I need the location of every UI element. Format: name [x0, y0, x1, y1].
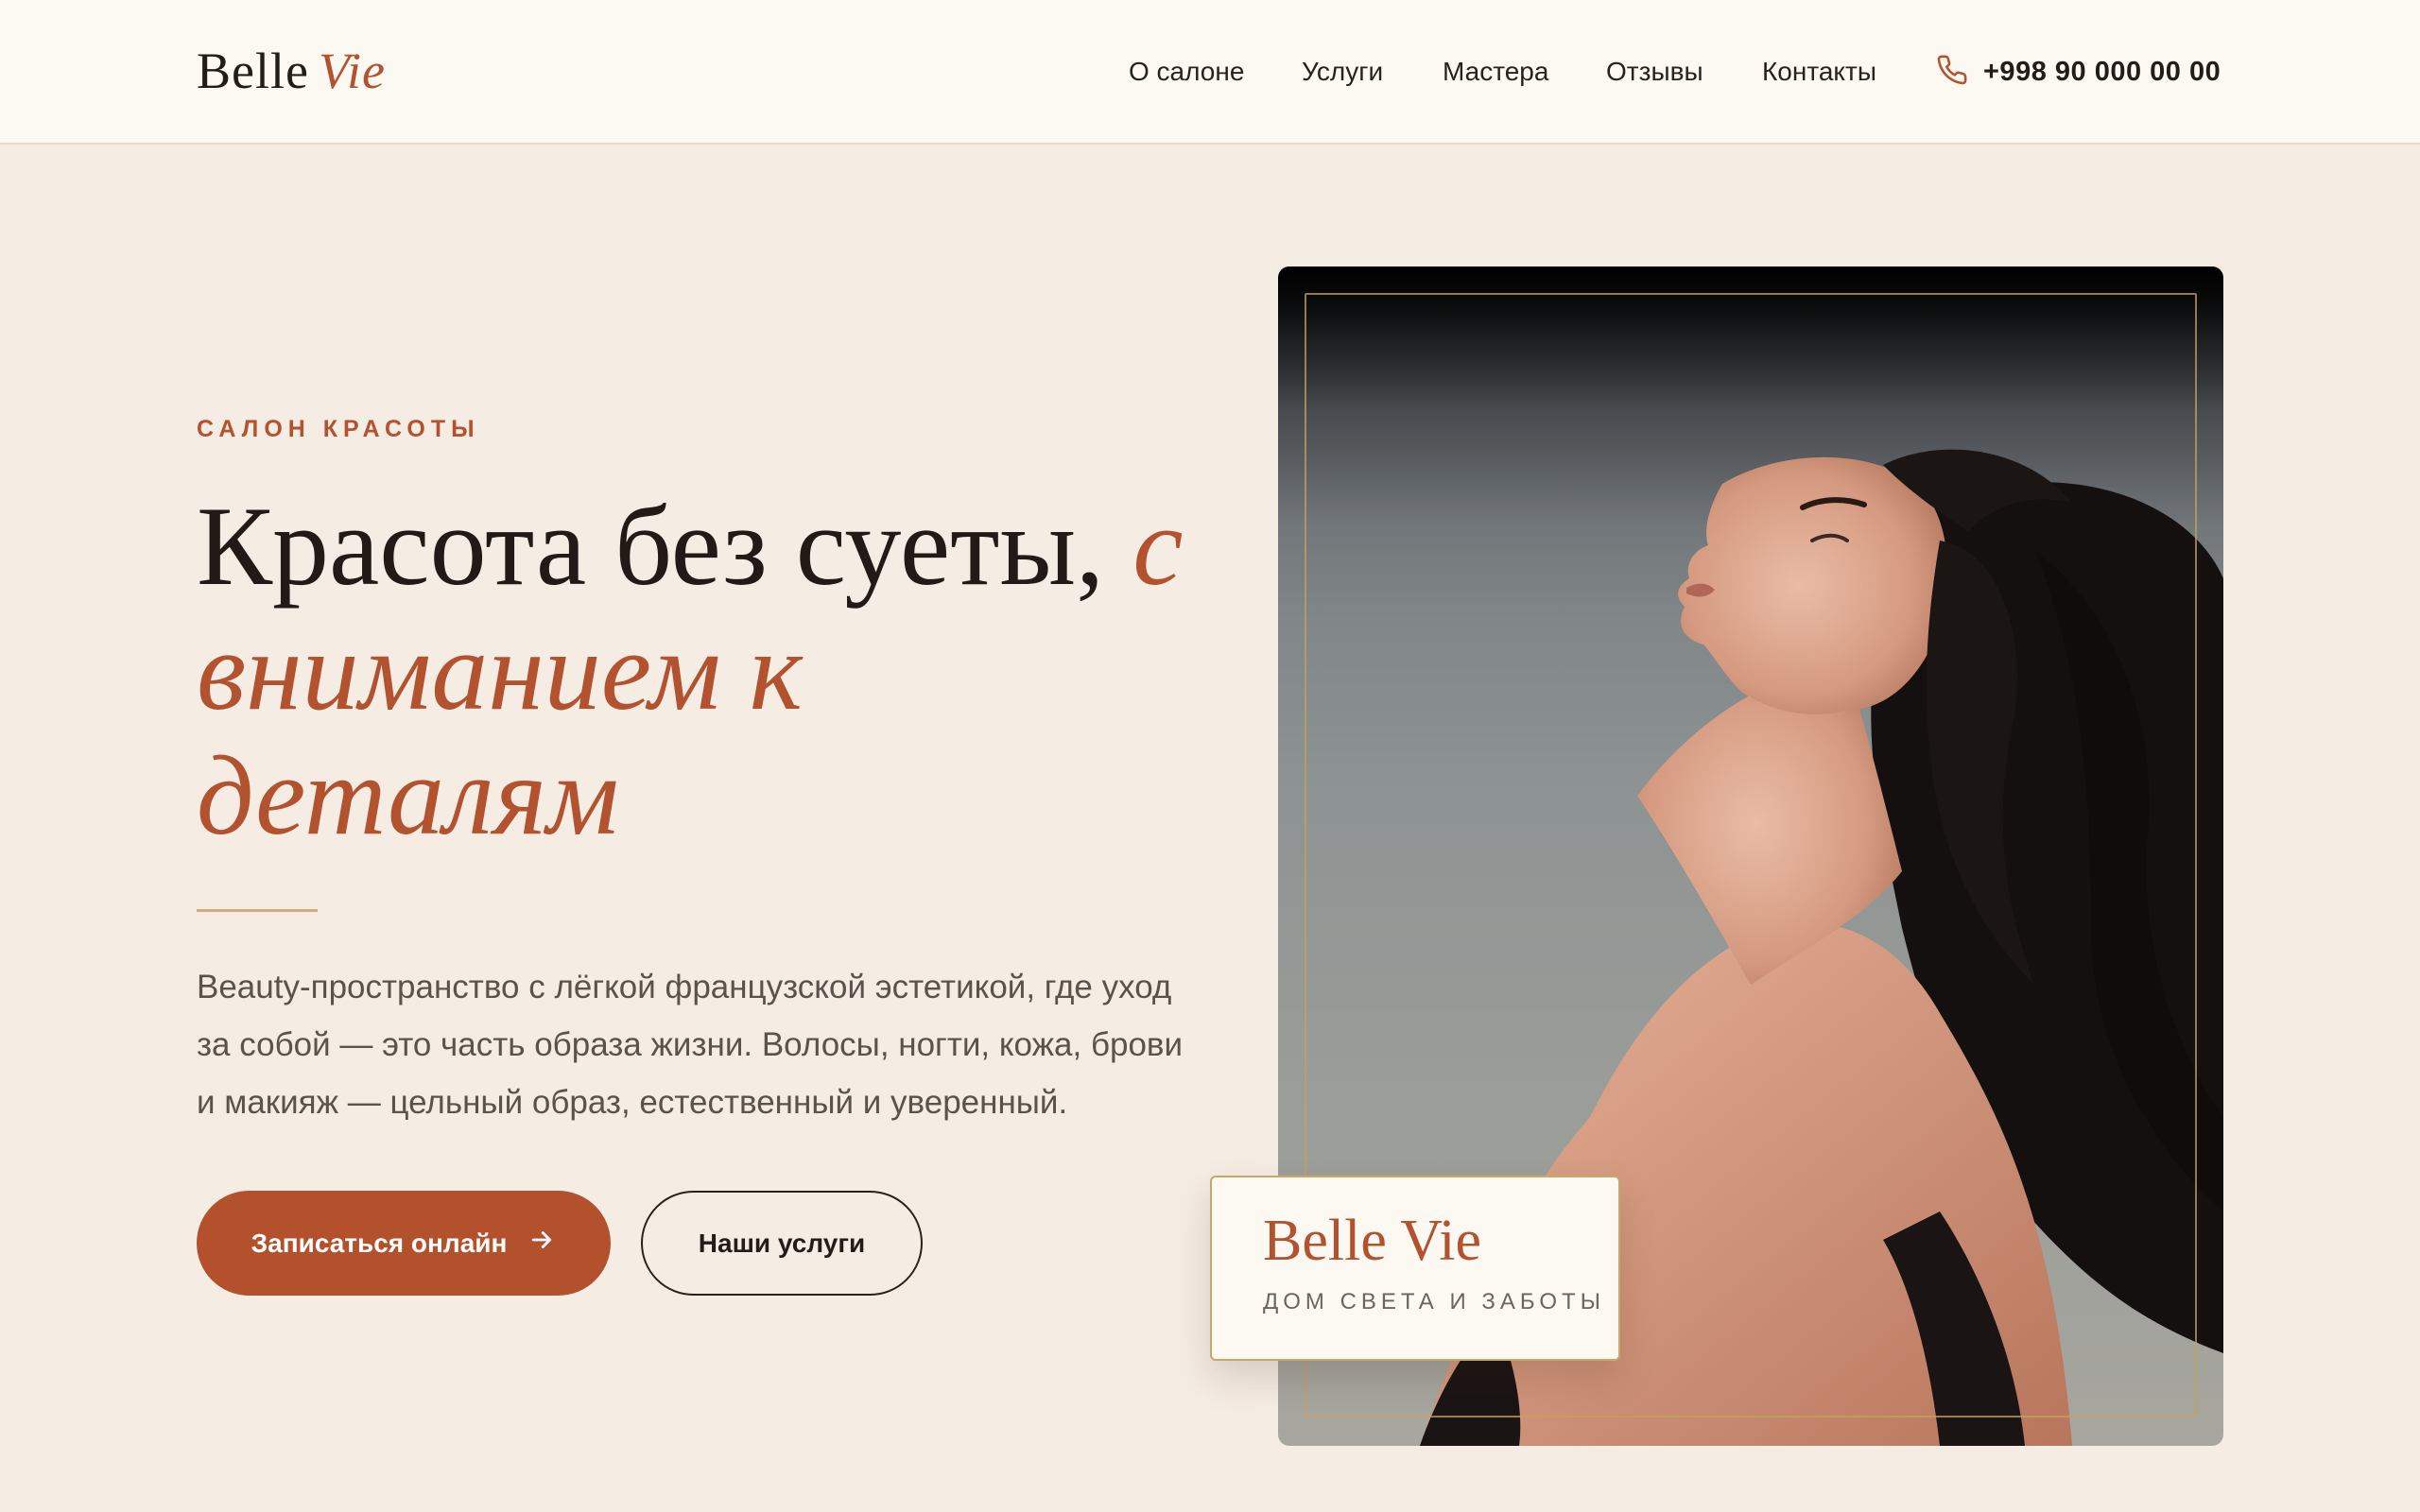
book-online-button[interactable]: Записаться онлайн	[197, 1191, 611, 1296]
book-online-label: Записаться онлайн	[251, 1228, 508, 1258]
our-services-label: Наши услуги	[698, 1228, 866, 1258]
nav-item-about[interactable]: О салоне	[1129, 49, 1244, 94]
phone-icon	[1936, 54, 1968, 91]
hero-title-main: Красота без суеты,	[197, 483, 1105, 609]
nav-item-services[interactable]: Услуги	[1302, 49, 1383, 94]
our-services-button[interactable]: Наши услуги	[641, 1191, 923, 1296]
phone-number: +998 90 000 00 00	[1983, 56, 2221, 87]
hero-title: Красота без суеты, с вниманием к деталям	[197, 484, 1208, 858]
hero-description: Beauty-пространство с лёгкой французской…	[197, 969, 1184, 1121]
nav-item-masters[interactable]: Мастера	[1443, 49, 1548, 94]
arrow-right-icon	[527, 1226, 556, 1261]
divider	[197, 909, 318, 912]
site-header: Belle Vie О салоне Услуги Мастера Отзывы …	[0, 0, 2420, 145]
brand-card-subtitle: ДОМ СВЕТА И ЗАБОТЫ	[1263, 1289, 1605, 1314]
brand-card: Belle Vie ДОМ СВЕТА И ЗАБОТЫ	[1210, 1176, 1620, 1361]
phone-link[interactable]: +998 90 000 00 00	[1936, 49, 2221, 94]
hero-eyebrow: САЛОН КРАСОТЫ	[197, 416, 480, 442]
nav-item-reviews[interactable]: Отзывы	[1606, 49, 1703, 94]
nav-item-contacts[interactable]: Контакты	[1762, 49, 1876, 94]
brand-card-title: Belle Vie	[1263, 1209, 1482, 1273]
